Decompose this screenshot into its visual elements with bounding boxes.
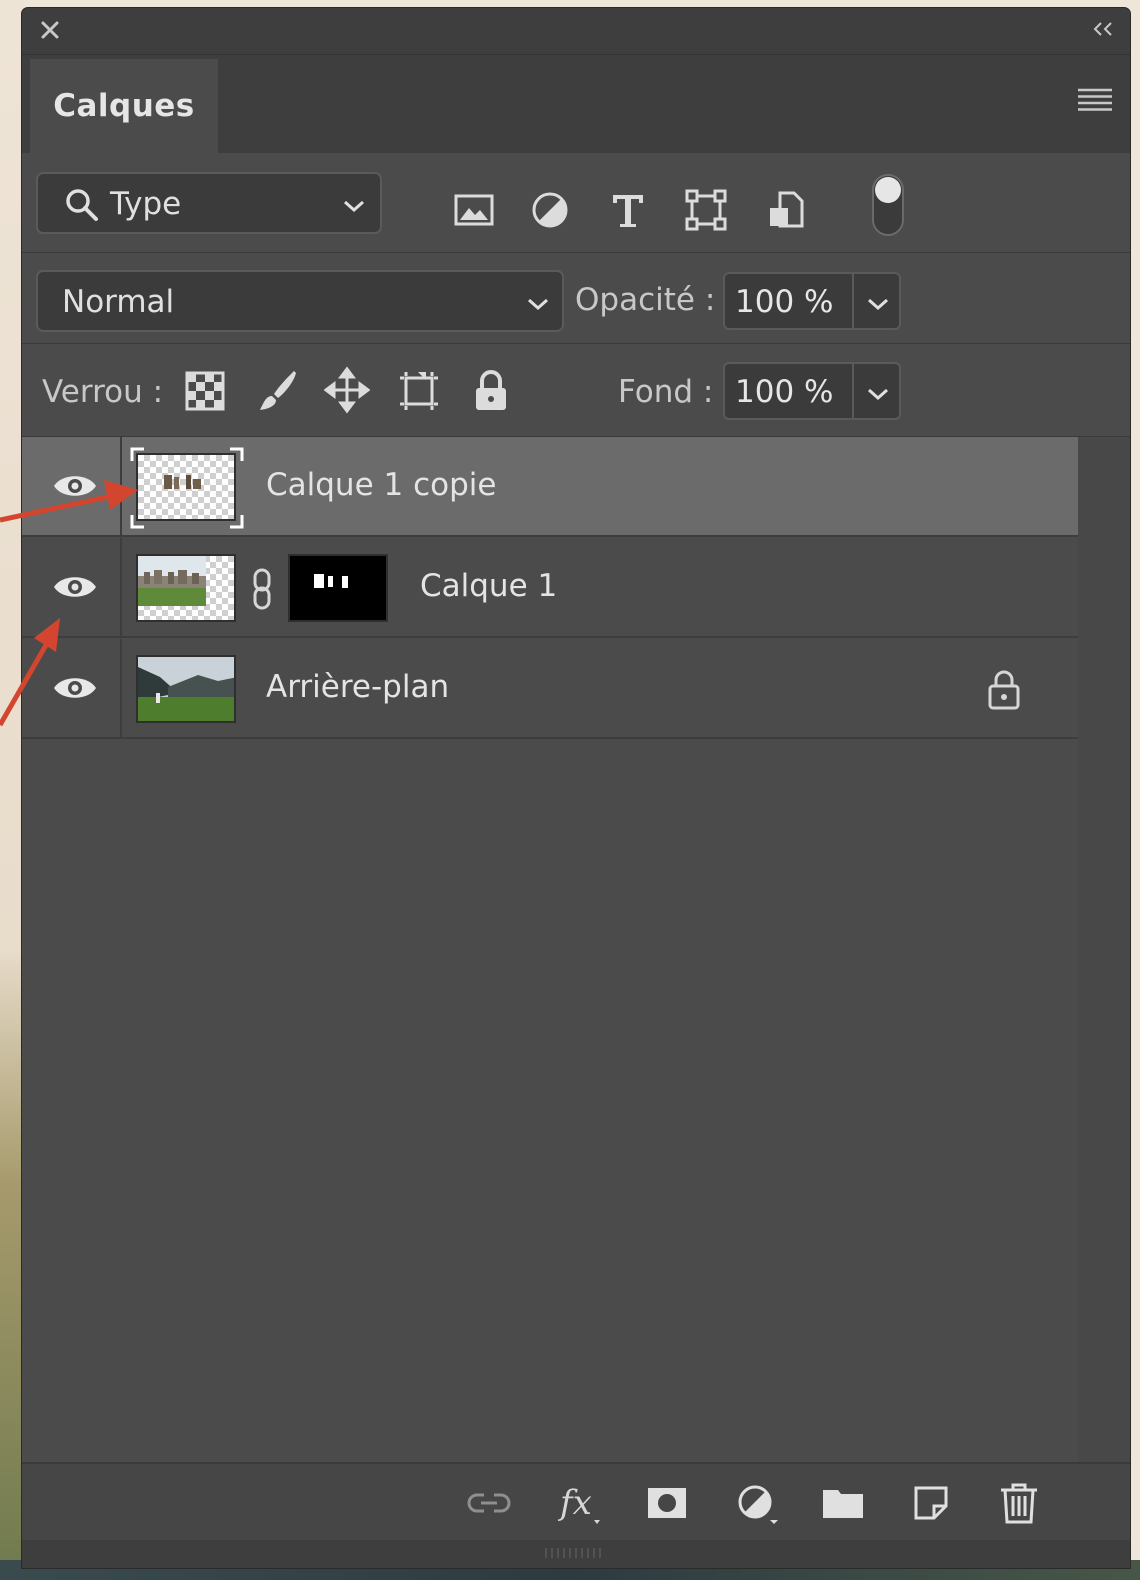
field-divider xyxy=(852,274,854,328)
blend-mode-value: Normal xyxy=(62,284,175,320)
layer-name[interactable]: Calque 1 copie xyxy=(266,467,496,503)
fill-dropdown-chevron-icon[interactable] xyxy=(866,386,890,402)
layer-row-calque-1-copie[interactable]: Calque 1 copie xyxy=(22,437,1078,537)
lock-label: Verrou : xyxy=(42,374,164,410)
lock-image-pixels-icon[interactable] xyxy=(254,366,300,414)
layer-row-calque-1[interactable]: Calque 1 xyxy=(22,538,1078,638)
panel-tab-row: Calques xyxy=(22,54,1130,153)
grip-lines-icon xyxy=(545,1548,601,1558)
layers-scrollbar[interactable] xyxy=(1078,437,1130,1462)
opacity-dropdown-chevron-icon[interactable] xyxy=(866,296,890,312)
chevron-down-icon xyxy=(528,298,548,311)
field-divider xyxy=(852,364,854,418)
panel-titlebar xyxy=(22,8,1130,54)
smart-object-filter-icon[interactable] xyxy=(764,188,808,232)
pixel-layer-filter-icon[interactable] xyxy=(452,188,496,232)
opacity-field[interactable]: 100 % xyxy=(723,272,901,330)
bottom-toolbar: fx xyxy=(22,1462,1130,1542)
fill-field[interactable]: 100 % xyxy=(723,362,901,420)
close-icon[interactable] xyxy=(36,16,64,44)
new-layer-icon[interactable] xyxy=(908,1480,954,1526)
svg-text:fx: fx xyxy=(557,1483,592,1523)
mask-link-chain-icon[interactable] xyxy=(248,566,276,612)
kind-filter-value: Type xyxy=(110,186,182,222)
fill-label: Fond : xyxy=(618,374,714,410)
mask-shapes xyxy=(314,574,348,588)
layers-list: Calque 1 copie Calque 1 Arrière-plan xyxy=(22,437,1078,1462)
add-mask-icon[interactable] xyxy=(644,1480,690,1526)
annotation-arrows xyxy=(0,480,138,727)
fill-value: 100 % xyxy=(735,374,834,410)
chevron-down-icon xyxy=(344,200,364,213)
panel-resize-grip[interactable] xyxy=(22,1540,1130,1568)
layer-lock-icon[interactable] xyxy=(986,667,1022,711)
opacity-value: 100 % xyxy=(735,284,834,320)
layer-name[interactable]: Calque 1 xyxy=(420,568,557,604)
layer-row-arriere-plan[interactable]: Arrière-plan xyxy=(22,639,1078,739)
shape-layer-filter-icon[interactable] xyxy=(684,188,728,232)
new-group-folder-icon[interactable] xyxy=(820,1480,866,1526)
lock-artboard-icon[interactable] xyxy=(396,366,442,414)
lock-all-icon[interactable] xyxy=(468,366,514,414)
adjustment-layer-filter-icon[interactable] xyxy=(528,188,572,232)
lock-transparent-pixels-icon[interactable] xyxy=(182,366,228,414)
background-left-strip xyxy=(0,0,24,1580)
blend-mode-dropdown[interactable]: Normal xyxy=(36,270,564,332)
layer-name[interactable]: Arrière-plan xyxy=(266,669,449,705)
layers-panel: Calques Type Normal Opacité: 100 % Verr… xyxy=(22,8,1130,1568)
filter-row: Type xyxy=(22,152,1130,253)
layer-kind-filter-dropdown[interactable]: Type xyxy=(36,172,382,234)
lock-row: Verrou : Fond: 100 % xyxy=(22,344,1130,437)
tab-calques[interactable]: Calques xyxy=(30,59,218,153)
layer-mask-thumbnail[interactable] xyxy=(288,554,388,622)
new-adjustment-icon[interactable] xyxy=(734,1480,780,1526)
opacity-label: Opacité : xyxy=(575,282,716,318)
type-layer-filter-icon[interactable] xyxy=(606,188,650,232)
lock-position-icon[interactable] xyxy=(324,366,370,414)
panel-menu-icon[interactable] xyxy=(1078,87,1112,113)
blend-row: Normal Opacité : 100 % xyxy=(22,253,1130,344)
trash-icon[interactable] xyxy=(996,1480,1042,1526)
fx-icon[interactable]: fx xyxy=(556,1480,602,1526)
link-layers-icon[interactable] xyxy=(466,1480,512,1526)
toggle-knob xyxy=(875,177,901,203)
double-chevron-left-icon[interactable] xyxy=(1090,18,1116,40)
filter-toggle-switch[interactable] xyxy=(872,174,904,236)
search-icon xyxy=(66,189,98,221)
